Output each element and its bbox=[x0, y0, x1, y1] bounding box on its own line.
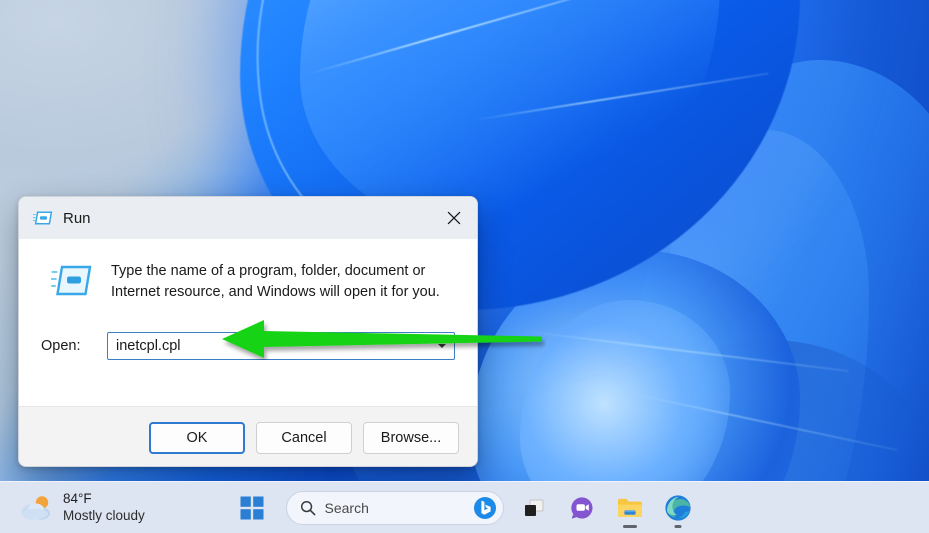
open-input[interactable] bbox=[108, 333, 454, 360]
wallpaper-ribbon bbox=[669, 60, 929, 533]
wallpaper-ribbon bbox=[619, 0, 929, 533]
weather-widget[interactable]: 84°F Mostly cloudy bbox=[0, 486, 145, 530]
run-window-icon bbox=[51, 265, 92, 296]
active-indicator bbox=[674, 524, 681, 528]
task-view-icon bbox=[524, 499, 543, 516]
desktop-screen: Run Type the name of a program, folder, … bbox=[0, 0, 929, 533]
search-icon bbox=[300, 500, 315, 515]
close-icon bbox=[447, 211, 461, 225]
task-view-button[interactable] bbox=[510, 486, 558, 530]
edge-button[interactable] bbox=[654, 486, 702, 530]
weather-temperature: 84°F bbox=[63, 490, 92, 506]
taskbar-center-group: Search bbox=[228, 486, 702, 530]
start-button[interactable] bbox=[228, 486, 276, 530]
active-indicator bbox=[622, 524, 637, 528]
open-row: Open: bbox=[41, 332, 455, 361]
wallpaper-streak bbox=[471, 72, 769, 122]
bing-copilot-icon[interactable] bbox=[473, 496, 497, 520]
weather-text: 84°F Mostly cloudy bbox=[63, 491, 145, 525]
search-placeholder: Search bbox=[324, 499, 369, 516]
taskbar: 84°F Mostly cloudy Search bbox=[0, 481, 929, 533]
dialog-description: Type the name of a program, folder, docu… bbox=[111, 263, 440, 300]
open-combobox[interactable] bbox=[107, 332, 455, 361]
wallpaper-streak bbox=[521, 329, 849, 373]
chevron-down-icon[interactable] bbox=[438, 344, 446, 349]
weather-condition: Mostly cloudy bbox=[63, 507, 145, 523]
description-row: Type the name of a program, folder, docu… bbox=[41, 261, 455, 302]
dialog-title: Run bbox=[63, 209, 91, 227]
browse-button[interactable]: Browse... bbox=[363, 421, 459, 454]
sun-behind-cloud-icon bbox=[21, 495, 50, 520]
run-dialog: Run Type the name of a program, folder, … bbox=[18, 196, 478, 467]
wallpaper-ribbon bbox=[639, 130, 869, 533]
edge-icon bbox=[664, 494, 691, 521]
dialog-body: Type the name of a program, folder, docu… bbox=[19, 239, 477, 406]
wallpaper-streak bbox=[622, 390, 898, 452]
close-button[interactable] bbox=[431, 197, 477, 239]
cancel-button[interactable]: Cancel bbox=[256, 421, 352, 454]
chat-button[interactable] bbox=[558, 486, 606, 530]
folder-icon bbox=[617, 498, 642, 517]
chat-video-icon bbox=[570, 496, 592, 519]
wallpaper-streak bbox=[306, 0, 624, 76]
ok-button[interactable]: OK bbox=[149, 421, 245, 454]
open-label: Open: bbox=[41, 338, 81, 355]
run-window-icon bbox=[33, 211, 53, 225]
dialog-titlebar: Run bbox=[19, 197, 477, 239]
file-explorer-button[interactable] bbox=[606, 486, 654, 530]
dialog-footer: OK Cancel Browse... bbox=[19, 406, 477, 466]
search-box[interactable]: Search bbox=[285, 490, 504, 525]
windows-logo-icon bbox=[240, 496, 263, 519]
